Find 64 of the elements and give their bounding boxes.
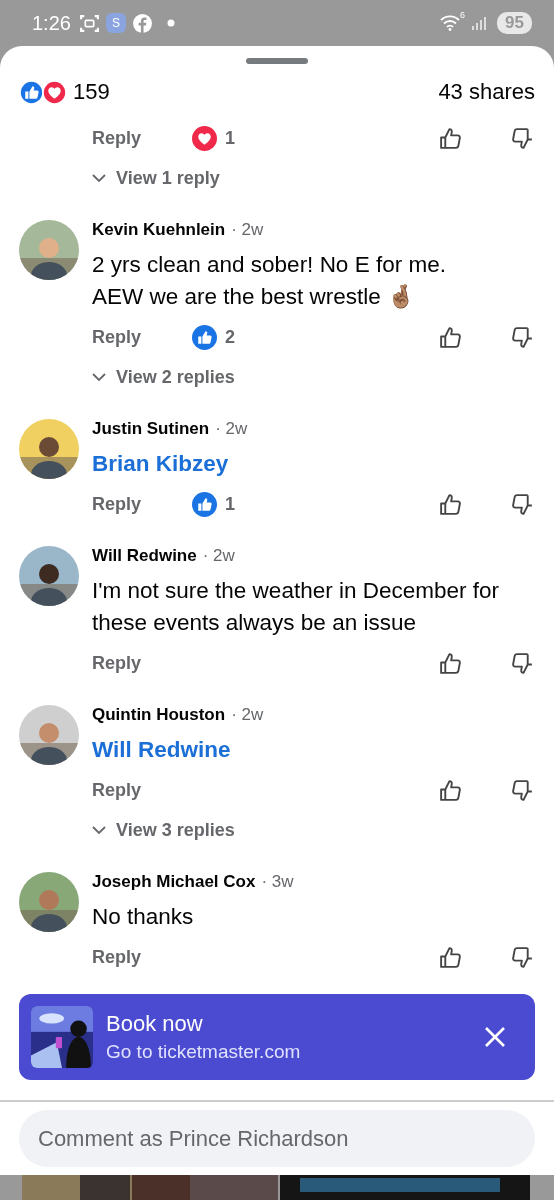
comment-time: · 2w bbox=[202, 546, 235, 566]
love-reaction-icon bbox=[192, 125, 218, 151]
reply-link[interactable]: Reply bbox=[92, 779, 142, 801]
comment-author[interactable]: Will Redwine bbox=[92, 546, 197, 566]
comment-time: · 2w bbox=[231, 705, 264, 725]
reply-link[interactable]: Reply bbox=[92, 127, 142, 149]
thumbs-down-icon[interactable] bbox=[510, 650, 535, 676]
like-reaction-icon bbox=[19, 79, 44, 105]
close-icon[interactable] bbox=[483, 1025, 507, 1049]
mention-link[interactable]: Will Redwine bbox=[92, 734, 231, 766]
love-reaction-icon bbox=[42, 79, 67, 105]
comment-input-field[interactable]: Comment as Prince Richardson bbox=[19, 1110, 535, 1167]
facebook-icon bbox=[131, 12, 153, 34]
thumbs-up-icon[interactable] bbox=[438, 125, 463, 151]
banner-link[interactable]: Go to ticketmaster.com bbox=[106, 1041, 483, 1063]
comment-time: · 3w bbox=[261, 872, 294, 892]
reaction-count[interactable]: 2 bbox=[225, 326, 236, 348]
thumbs-up-icon[interactable] bbox=[438, 777, 463, 803]
thumbs-up-icon[interactable] bbox=[438, 324, 463, 350]
comment-author[interactable]: Quintin Houston bbox=[92, 705, 226, 725]
comment-author[interactable]: Joseph Michael Cox bbox=[92, 872, 256, 892]
comment-time: · 2w bbox=[215, 419, 248, 439]
reply-link[interactable]: Reply bbox=[92, 946, 142, 968]
reply-link[interactable]: Reply bbox=[92, 326, 142, 348]
reaction-count[interactable]: 159 bbox=[73, 79, 110, 105]
ad-banner[interactable]: Book now Go to ticketmaster.com bbox=[19, 994, 535, 1080]
thumbs-up-icon[interactable] bbox=[438, 491, 463, 517]
chevron-down-icon bbox=[92, 173, 106, 183]
thumbs-down-icon[interactable] bbox=[510, 491, 535, 517]
like-reaction-icon bbox=[192, 324, 218, 350]
thumbs-down-icon[interactable] bbox=[510, 944, 535, 970]
thumbs-down-icon[interactable] bbox=[510, 777, 535, 803]
status-time: 1:26 bbox=[32, 11, 71, 35]
comment-author[interactable]: Justin Sutinen bbox=[92, 419, 210, 439]
wifi-icon bbox=[440, 15, 461, 31]
comment-time: · 2w bbox=[231, 220, 264, 240]
screenshot-icon bbox=[78, 12, 100, 34]
wifi-label: 6 bbox=[460, 10, 466, 20]
comment-text: No thanks bbox=[92, 903, 195, 931]
app-badge: S bbox=[105, 13, 126, 33]
view-replies-link[interactable]: View 1 reply bbox=[116, 167, 220, 189]
drag-handle[interactable] bbox=[246, 58, 308, 64]
comment-author[interactable]: Kevin Kuehnlein bbox=[92, 220, 226, 240]
reaction-count[interactable]: 1 bbox=[225, 493, 236, 515]
chevron-down-icon bbox=[92, 372, 106, 382]
signal-icon bbox=[471, 15, 488, 31]
thumbs-up-icon[interactable] bbox=[438, 650, 463, 676]
comment-text: 2 yrs clean and sober! No E for me. AEW we are the best wrestle 🤞🏽 bbox=[92, 251, 447, 311]
thumbs-down-icon[interactable] bbox=[510, 324, 535, 350]
thumbs-down-icon[interactable] bbox=[510, 125, 535, 151]
view-replies-link[interactable]: View 2 replies bbox=[116, 366, 235, 388]
battery-indicator: 95 bbox=[497, 12, 532, 34]
comment-text: I'm not sure the weather in December for these events always be an issue bbox=[92, 577, 500, 637]
thumbs-up-icon[interactable] bbox=[438, 944, 463, 970]
view-replies-link[interactable]: View 3 replies bbox=[116, 819, 235, 841]
shares-count[interactable]: 43 shares bbox=[438, 79, 535, 105]
reaction-count[interactable]: 1 bbox=[225, 127, 236, 149]
chevron-down-icon bbox=[92, 825, 106, 835]
like-reaction-icon bbox=[192, 491, 218, 517]
notification-dot-icon bbox=[166, 19, 175, 27]
reply-link[interactable]: Reply bbox=[92, 493, 142, 515]
mention-link[interactable]: Brian Kibzey bbox=[92, 448, 229, 480]
banner-title: Book now bbox=[106, 1011, 204, 1037]
reply-link[interactable]: Reply bbox=[92, 652, 142, 674]
